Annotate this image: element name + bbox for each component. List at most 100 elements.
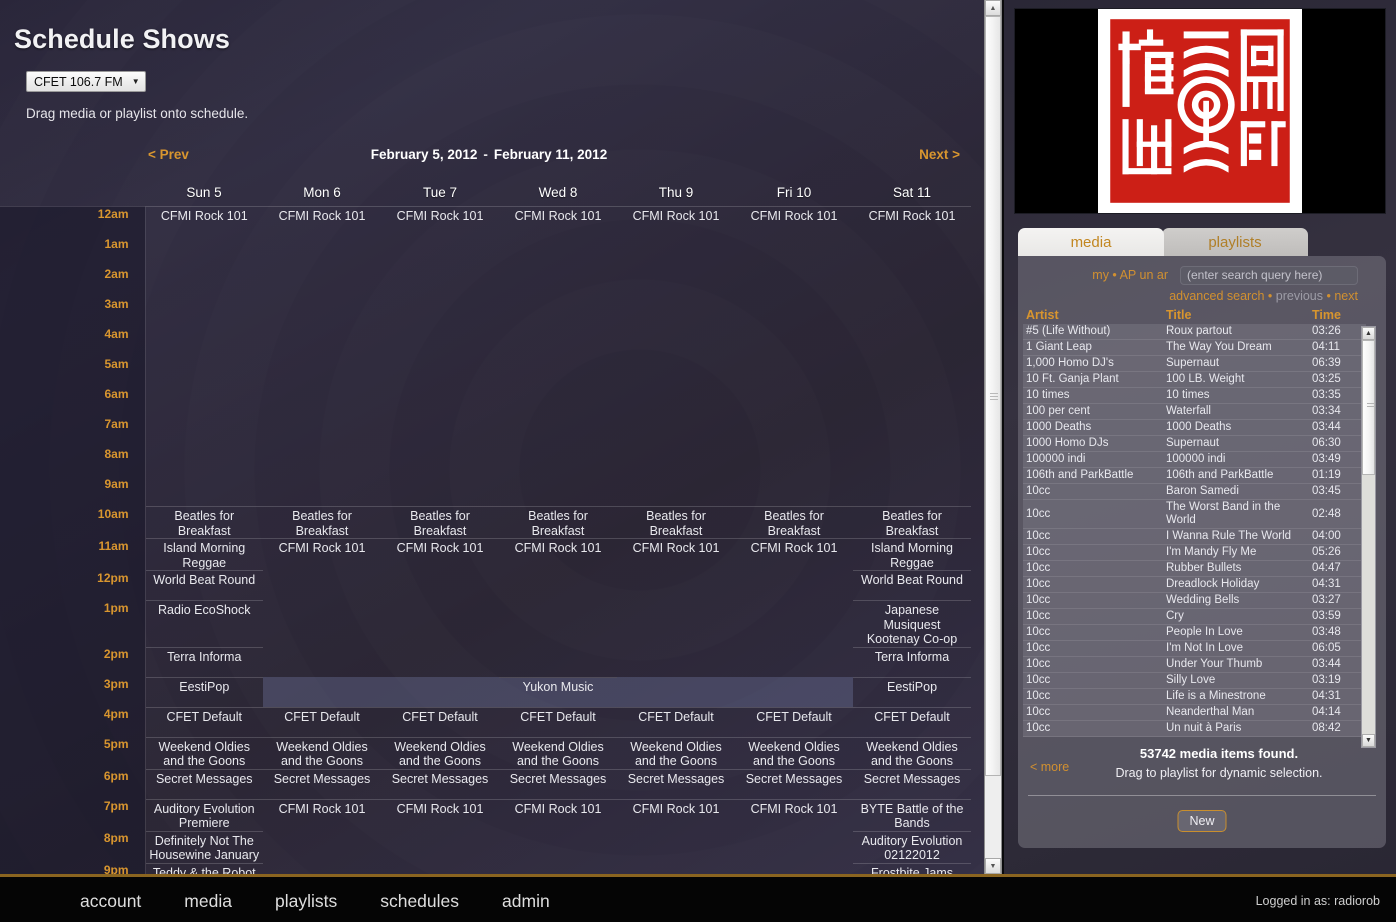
schedule-empty-cell[interactable] [853,447,971,477]
schedule-empty-cell[interactable] [735,571,853,601]
scroll-up-icon[interactable]: ▲ [985,0,1001,16]
schedule-empty-cell[interactable] [617,357,735,387]
media-row[interactable]: 10 times 10 times 03:35 [1023,387,1366,404]
schedule-empty-cell[interactable] [735,357,853,387]
schedule-show-cell[interactable]: CFMI Rock 101 [263,538,381,571]
schedule-empty-cell[interactable] [263,447,381,477]
schedule-empty-cell[interactable] [735,297,853,327]
next-page-link[interactable]: next [1334,289,1358,303]
schedule-show-cell[interactable]: Beatles for Breakfast [145,506,263,539]
schedule-empty-cell[interactable] [499,447,617,477]
schedule-show-cell[interactable]: Weekend Oldies and the Goons [381,736,499,769]
schedule-show-cell[interactable]: CFMI Rock 101 [735,798,853,831]
schedule-empty-cell[interactable] [381,417,499,447]
schedule-empty-cell[interactable] [853,237,971,267]
schedule-show-cell[interactable]: CFMI Rock 101 [381,206,499,237]
schedule-show-cell[interactable]: World Beat Round [145,570,263,601]
schedule-show-cell[interactable]: EestiPop [145,676,263,707]
schedule-empty-cell[interactable] [617,831,735,863]
schedule-empty-cell[interactable] [735,863,853,874]
schedule-empty-cell[interactable] [853,357,971,387]
tab-media[interactable]: media [1018,228,1164,256]
schedule-empty-cell[interactable] [381,297,499,327]
schedule-empty-cell[interactable] [853,267,971,297]
schedule-empty-cell[interactable] [499,831,617,863]
schedule-empty-cell[interactable] [381,477,499,507]
schedule-empty-cell[interactable] [263,237,381,267]
schedule-empty-cell[interactable] [145,267,263,297]
schedule-show-cell[interactable]: Radio EcoShock [145,600,263,647]
schedule-empty-cell[interactable] [735,327,853,357]
schedule-empty-cell[interactable] [499,327,617,357]
schedule-empty-cell[interactable] [263,357,381,387]
schedule-show-cell[interactable]: Secret Messages [853,768,971,799]
schedule-empty-cell[interactable] [145,417,263,447]
column-header-time[interactable]: Time [1309,308,1366,324]
footer-link-playlists[interactable]: playlists [275,891,337,912]
schedule-empty-cell[interactable] [381,647,499,677]
schedule-show-cell[interactable]: Teddy & the Robot [145,862,263,874]
media-row[interactable]: 1 Giant Leap The Way You Dream 04:11 [1023,339,1366,356]
media-row[interactable]: 10cc Silly Love 03:19 [1023,672,1366,689]
schedule-empty-cell[interactable] [735,267,853,297]
schedule-show-cell[interactable]: Secret Messages [499,768,617,799]
station-select[interactable]: CFET 106.7 FM ▼ [26,71,146,92]
schedule-show-cell[interactable]: CFMI Rock 101 [499,206,617,237]
schedule-empty-cell[interactable] [499,237,617,267]
media-row[interactable]: 1000 Homo DJs Supernaut 06:30 [1023,435,1366,452]
schedule-empty-cell[interactable] [499,477,617,507]
schedule-empty-cell[interactable] [735,677,853,707]
schedule-empty-cell[interactable] [263,863,381,874]
media-row[interactable]: 10cc I'm Not In Love 06:05 [1023,640,1366,657]
schedule-show-cell[interactable]: CFET Default [853,706,971,737]
schedule-show-cell[interactable]: CFMI Rock 101 [617,206,735,237]
schedule-empty-cell[interactable] [381,601,499,648]
media-row[interactable]: 10cc Dreadlock Holiday 04:31 [1023,576,1366,593]
search-input[interactable] [1180,265,1358,285]
schedule-empty-cell[interactable] [381,571,499,601]
schedule-show-cell[interactable]: Secret Messages [735,768,853,799]
schedule-empty-cell[interactable] [263,327,381,357]
schedule-empty-cell[interactable] [381,357,499,387]
schedule-show-cell[interactable]: Beatles for Breakfast [617,506,735,539]
schedule-show-cell[interactable]: Weekend Oldies and the Goons [263,736,381,769]
schedule-show-cell[interactable]: Weekend Oldies and the Goons [499,736,617,769]
schedule-empty-cell[interactable] [499,267,617,297]
more-link[interactable]: < more [1030,760,1069,774]
schedule-empty-cell[interactable] [735,601,853,648]
schedule-empty-cell[interactable] [381,387,499,417]
schedule-show-cell[interactable]: Weekend Oldies and the Goons [145,736,263,769]
column-header-title[interactable]: Title [1163,308,1309,324]
schedule-empty-cell[interactable] [381,267,499,297]
column-header-artist[interactable]: Artist [1023,308,1163,324]
schedule-empty-cell[interactable] [145,357,263,387]
schedule-empty-cell[interactable] [735,477,853,507]
next-week-link[interactable]: Next > [919,147,960,162]
media-row[interactable]: 10cc I Wanna Rule The World 04:00 [1023,528,1366,545]
footer-link-schedules[interactable]: schedules [380,891,459,912]
schedule-show-cell[interactable]: Weekend Oldies and the Goons [853,736,971,769]
schedule-show-cell[interactable]: Island Morning Reggae [145,538,263,571]
schedule-empty-cell[interactable] [381,447,499,477]
schedule-show-cell[interactable]: Japanese Musiquest Kootenay Co-op [853,600,971,647]
schedule-empty-cell[interactable] [735,237,853,267]
schedule-show-cell[interactable]: Beatles for Breakfast [853,506,971,539]
tab-playlists[interactable]: playlists [1162,228,1308,256]
schedule-empty-cell[interactable] [853,477,971,507]
schedule-empty-cell[interactable] [263,647,381,677]
page-scrollbar[interactable]: ▲ ▼ [984,0,1002,874]
schedule-empty-cell[interactable] [381,677,499,707]
schedule-show-cell[interactable]: Island Morning Reggae [853,538,971,571]
schedule-empty-cell[interactable] [617,237,735,267]
schedule-empty-cell[interactable] [263,571,381,601]
schedule-empty-cell[interactable] [381,831,499,863]
schedule-empty-cell[interactable] [499,387,617,417]
schedule-empty-cell[interactable] [145,237,263,267]
media-row[interactable]: 10cc Cry 03:59 [1023,608,1366,625]
schedule-empty-cell[interactable] [853,327,971,357]
schedule-show-cell[interactable]: CFMI Rock 101 [263,206,381,237]
schedule-empty-cell[interactable] [617,863,735,874]
media-row[interactable]: 10cc I'm Mandy Fly Me 05:26 [1023,544,1366,561]
schedule-show-cell[interactable]: Terra Informa [145,646,263,677]
schedule-empty-cell[interactable] [735,647,853,677]
